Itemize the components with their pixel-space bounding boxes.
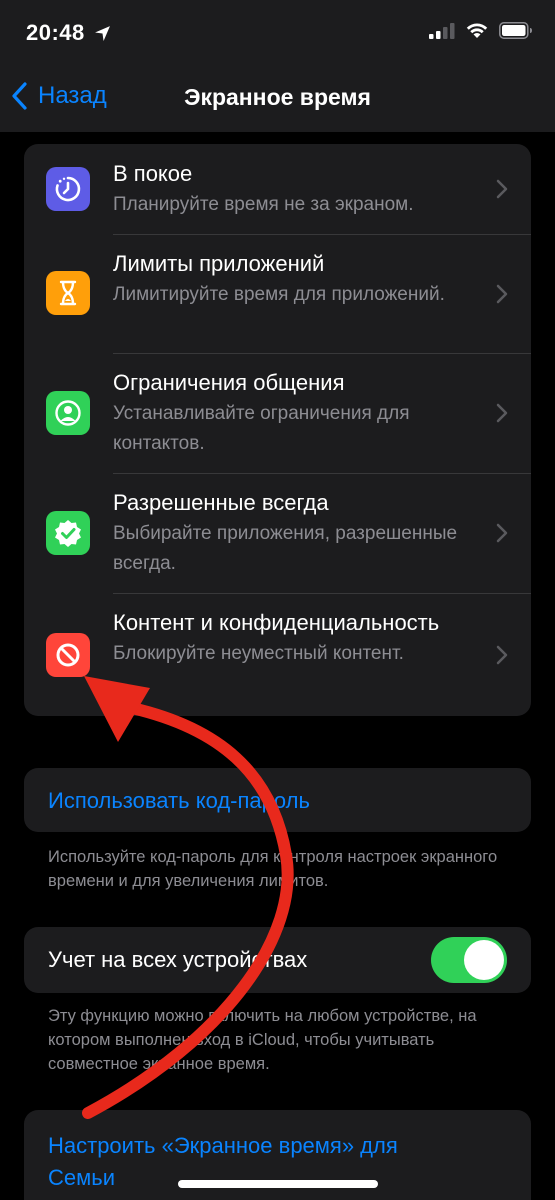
page-title: Экранное время — [184, 84, 371, 110]
passcode-group: Использовать код-пароль — [24, 768, 531, 832]
battery-icon — [499, 22, 532, 39]
row-subtitle: Лимитируйте время для приложений. — [113, 284, 445, 305]
settings-group: В покое Планируйте время не за экраном. … — [24, 144, 531, 716]
row-subtitle: Выбирайте приложения, разрешенные всегда… — [113, 523, 458, 574]
row-title: Лимиты приложений — [113, 251, 325, 276]
status-time: 20:48 — [26, 20, 85, 45]
chevron-right-icon — [496, 403, 508, 423]
row-text: Контент и конфиденциальность Блокируйте … — [113, 607, 477, 669]
use-passcode-button[interactable]: Использовать код-пароль — [48, 788, 310, 814]
hourglass-icon — [46, 271, 90, 315]
wifi-icon — [466, 23, 488, 38]
location-arrow-icon — [95, 26, 110, 41]
list-item-content-privacy[interactable]: Контент и конфиденциальность Блокируйте … — [24, 593, 531, 716]
status-icons — [429, 22, 533, 39]
passcode-footnote: Используйте код-пароль для контроля наст… — [48, 848, 498, 890]
list-item-app-limits[interactable]: Лимиты приложений Лимитируйте время для … — [24, 234, 531, 353]
share-devices-label: Учет на всех устройствах — [48, 947, 308, 972]
navigation-bar: Назад Экранное время — [0, 60, 555, 132]
chevron-right-icon — [496, 179, 508, 199]
list-item-always-allowed[interactable]: Разрешенные всегда Выбирайте приложения,… — [24, 473, 531, 593]
list-item-downtime[interactable]: В покое Планируйте время не за экраном. — [24, 144, 531, 234]
row-text: В покое Планируйте время не за экраном. — [113, 158, 477, 220]
chevron-right-icon — [496, 523, 508, 543]
checkmark-badge-icon — [46, 511, 90, 555]
row-subtitle: Устанавливайте ограничения для контактов… — [113, 403, 410, 454]
share-devices-footnote: Эту функцию можно включить на любом устр… — [48, 1007, 477, 1073]
row-title: Контент и конфиденциальность — [113, 610, 440, 635]
row-subtitle: Планируйте время не за экраном. — [113, 194, 414, 215]
share-devices-group: Учет на всех устройствах — [24, 927, 531, 993]
row-text: Лимиты приложений Лимитируйте время для … — [113, 248, 477, 310]
row-subtitle: Блокируйте неуместный контент. — [113, 643, 404, 664]
contact-person-icon — [46, 391, 90, 435]
row-text: Разрешенные всегда Выбирайте приложения,… — [113, 487, 477, 579]
no-entry-icon — [46, 633, 90, 677]
row-title: Ограничения общения — [113, 370, 345, 395]
list-item-communication-limits[interactable]: Ограничения общения Устанавливайте огран… — [24, 353, 531, 473]
share-devices-toggle[interactable] — [431, 937, 507, 983]
chevron-right-icon — [496, 645, 508, 665]
downtime-icon — [46, 167, 90, 211]
row-title: В покое — [113, 161, 193, 186]
chevron-right-icon — [496, 284, 508, 304]
cellular-signal-icon — [429, 22, 455, 39]
row-title: Разрешенные всегда — [113, 490, 329, 515]
row-text: Ограничения общения Устанавливайте огран… — [113, 367, 477, 459]
toggle-knob — [464, 940, 504, 980]
status-bar: 20:48 — [0, 0, 555, 60]
home-indicator — [178, 1180, 378, 1188]
